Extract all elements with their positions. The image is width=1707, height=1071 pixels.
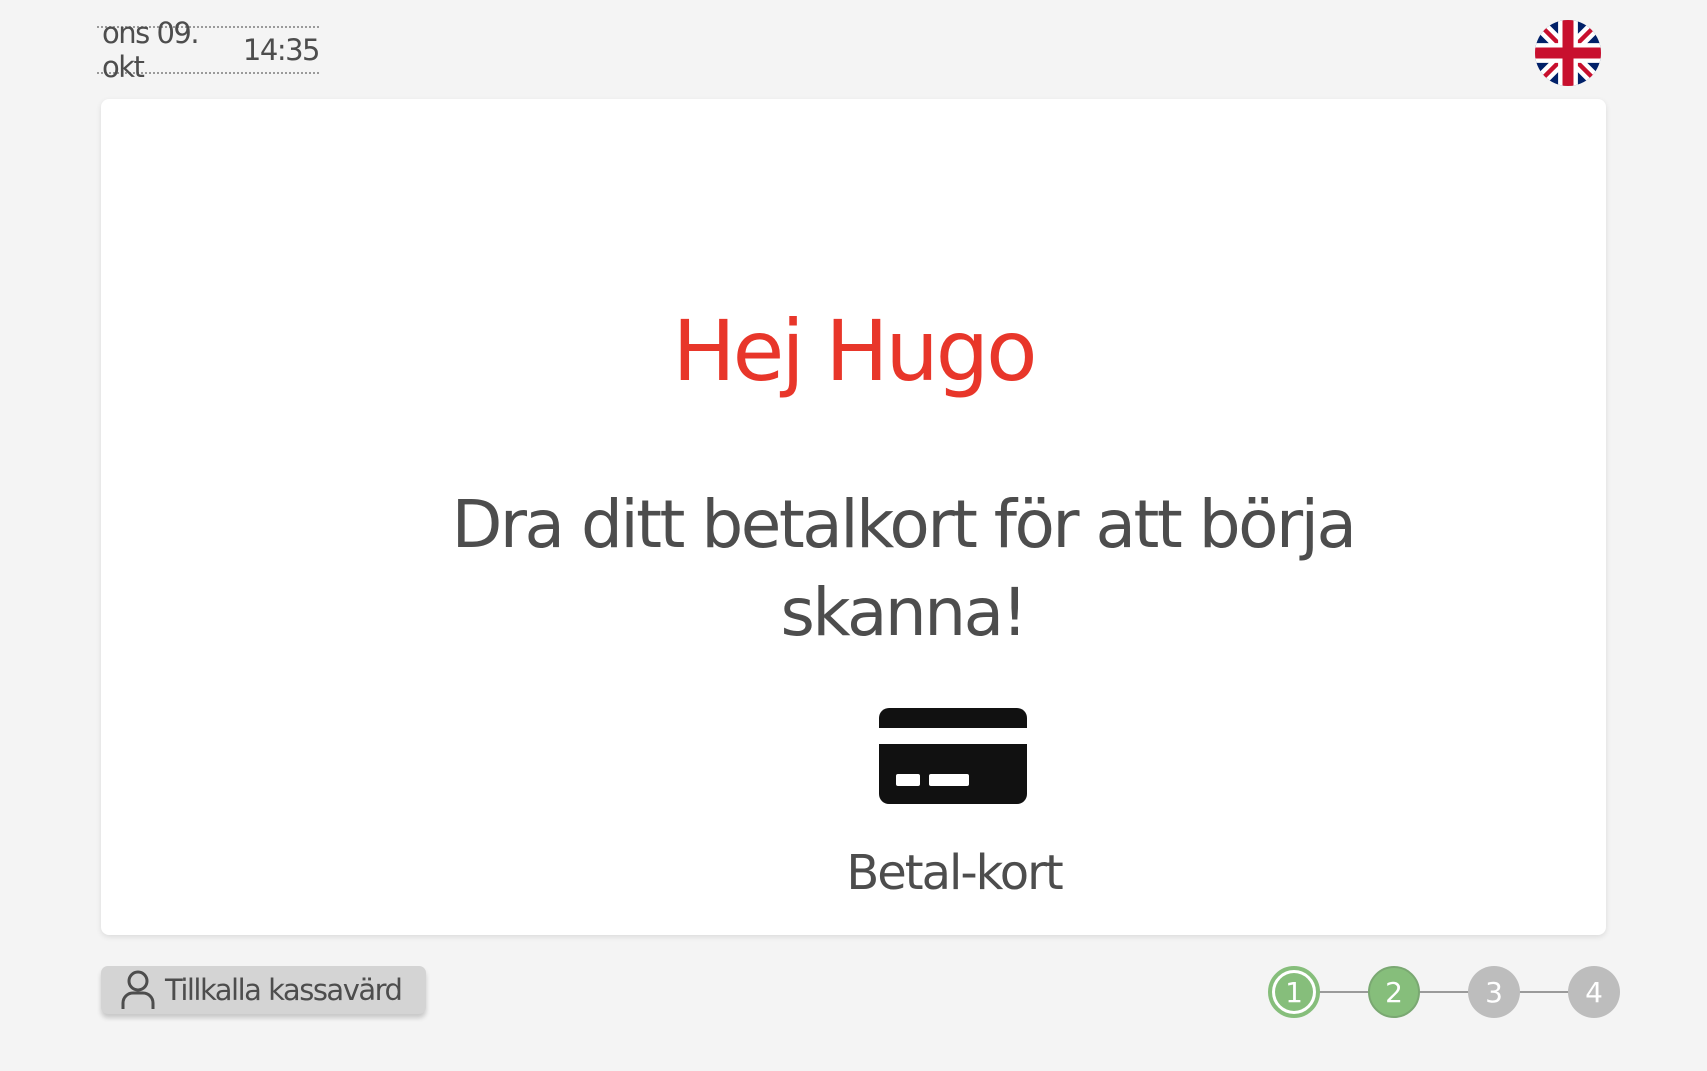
- date-time-display: ons 09. okt 14:35: [97, 16, 321, 84]
- stepper-line: [1294, 991, 1594, 993]
- uk-flag-icon[interactable]: [1535, 20, 1601, 86]
- step-2: 2: [1368, 966, 1420, 1018]
- self-scan-screen: ons 09. okt 14:35 Hej Hugo Dra ditt beta…: [0, 0, 1707, 1071]
- payment-card-label: Betal-kort: [846, 845, 1063, 901]
- greeting-heading: Hej Hugo: [672, 302, 1038, 400]
- step-3: 3: [1468, 966, 1520, 1018]
- time-text: 14:35: [242, 33, 321, 67]
- instruction-text: Dra ditt betalkort för att börja skanna!: [451, 486, 1357, 651]
- call-attendant-label: Tillkalla kassavärd: [165, 973, 403, 1007]
- main-card: Hej Hugo Dra ditt betalkort för att börj…: [101, 99, 1606, 935]
- call-attendant-button[interactable]: Tillkalla kassavärd: [101, 966, 426, 1014]
- progress-stepper: 1 2 3 4: [1268, 966, 1620, 1018]
- credit-card-icon: [879, 708, 1027, 804]
- person-icon: [121, 970, 155, 1009]
- date-text: ons 09. okt: [102, 16, 200, 84]
- step-1: 1: [1268, 966, 1320, 1018]
- step-4: 4: [1568, 966, 1620, 1018]
